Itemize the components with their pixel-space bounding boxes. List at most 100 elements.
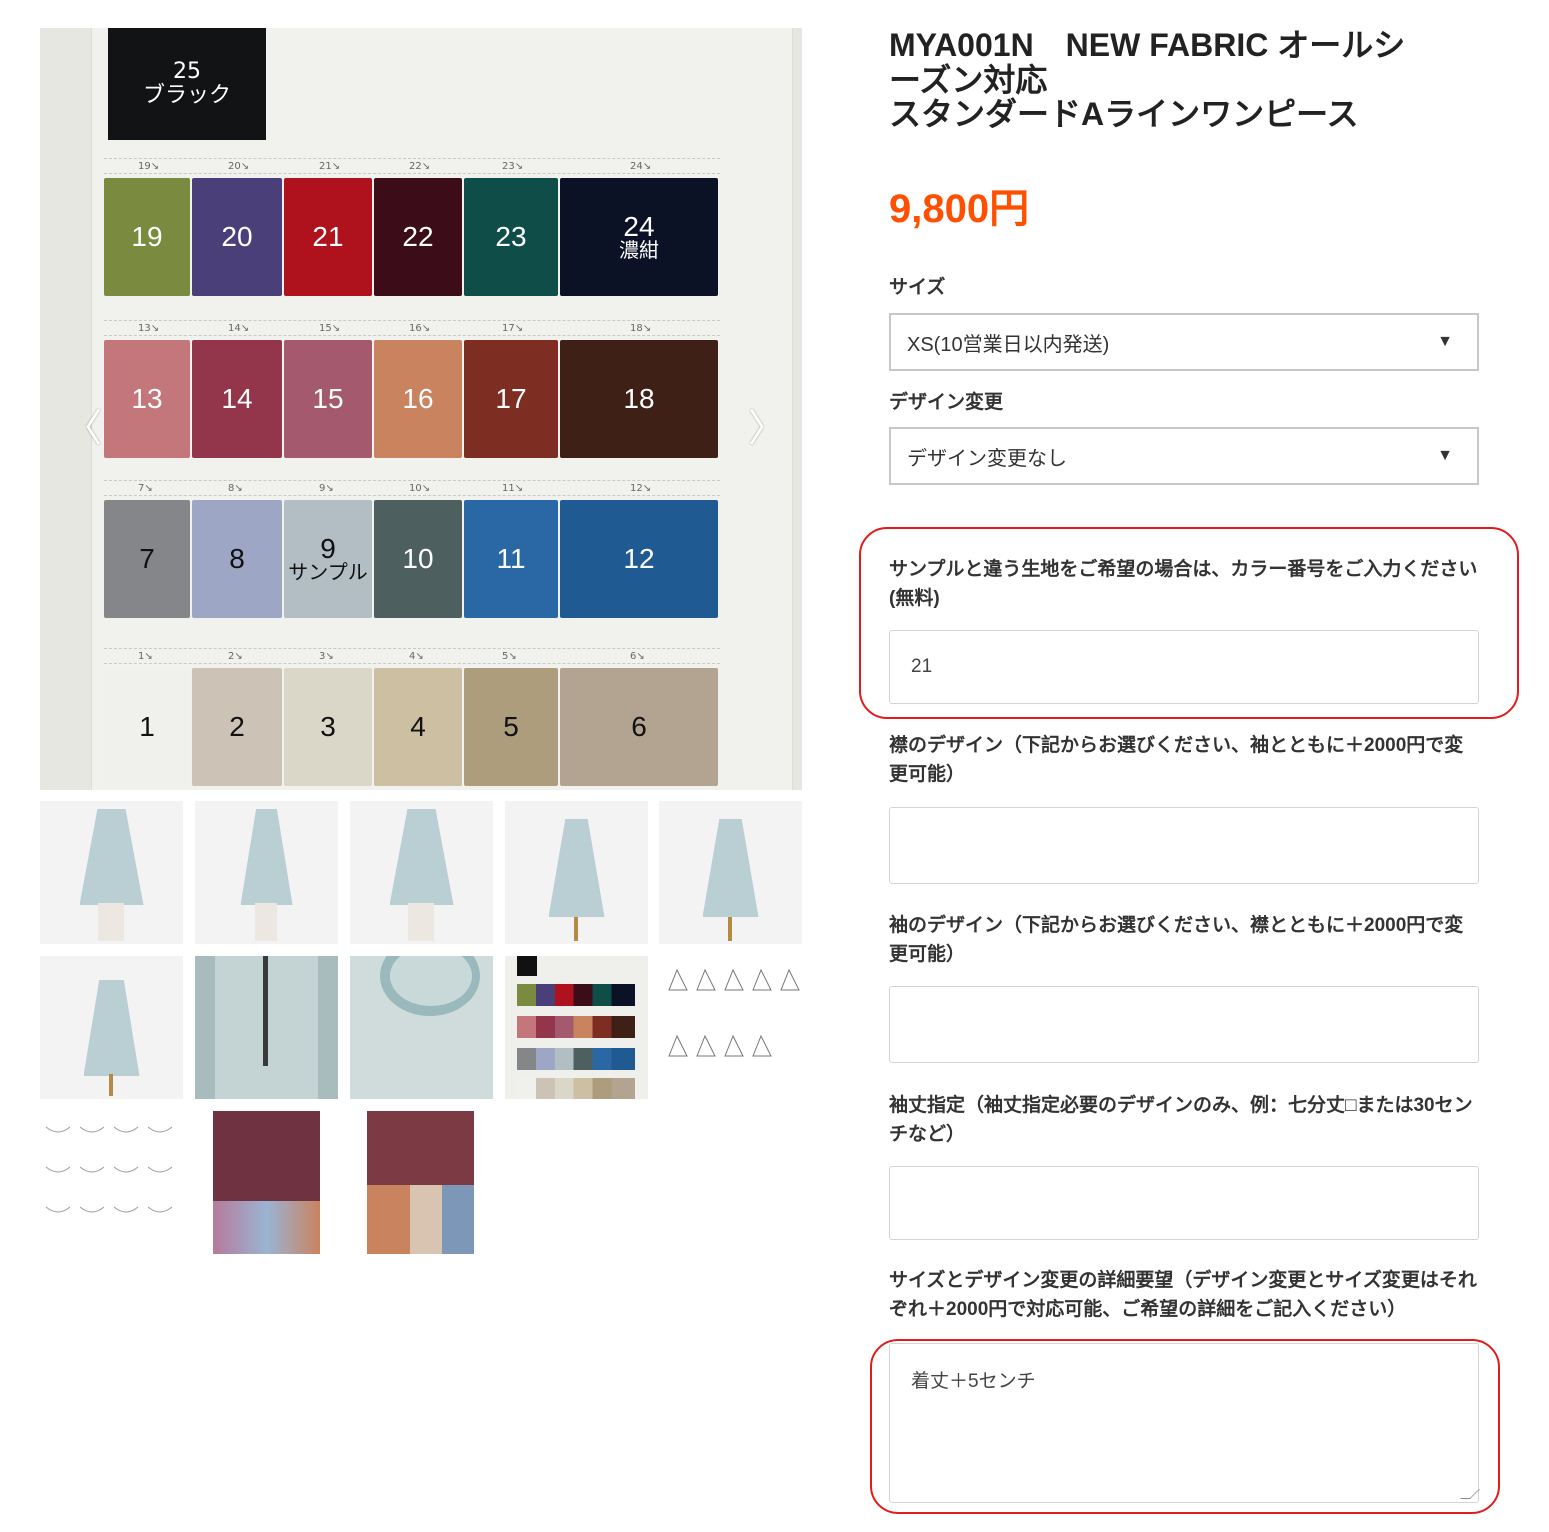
- main-product-image: 25 ブラック 19↘ 20↘ 21↘ 22↘ 23↘ 24↘ 19 20 21 22 23 24 濃紺…: [40, 28, 802, 790]
- color-swatch: 14: [192, 340, 282, 458]
- swatch-number: 14: [221, 383, 253, 415]
- swatch-label-strip: 13↘ 14↘ 15↘ 16↘ 17↘ 18↘: [104, 320, 720, 336]
- swatch-number: 25: [173, 58, 201, 84]
- swatch-tag-label: 2↘: [228, 651, 243, 662]
- swatch-tag-label: 19↘: [138, 161, 160, 172]
- thumbnail-fabric-closeup-2[interactable]: [367, 1111, 474, 1254]
- swatch-number: 10: [402, 543, 434, 575]
- swatch-tag-label: 1↘: [138, 651, 153, 662]
- thumbnail-dress-back[interactable]: [350, 801, 493, 944]
- swatch-tag-label: 7↘: [138, 483, 153, 494]
- color-swatch: 21: [284, 178, 372, 296]
- swatch-tag-label: 17↘: [502, 323, 524, 334]
- thumbnail-sleeve-designs[interactable]: [659, 956, 802, 1099]
- color-swatch: 8: [192, 500, 282, 618]
- swatch-25-black: 25 ブラック: [108, 28, 266, 140]
- swatch-tag-label: 4↘: [409, 651, 424, 662]
- chevron-down-icon: ▼: [1437, 447, 1453, 464]
- swatch-number: 12: [623, 543, 655, 575]
- product-price: 9,800円: [889, 187, 1030, 231]
- swatch-name: サンプル: [288, 562, 368, 585]
- size-label: サイズ: [889, 277, 946, 298]
- swatch-number: 23: [495, 221, 527, 253]
- swatch-tag-label: 9↘: [319, 483, 334, 494]
- swatch-number: 19: [131, 221, 163, 253]
- swatch-number: 17: [495, 383, 527, 415]
- collar-design-input[interactable]: [889, 807, 1479, 884]
- next-image-arrow-icon[interactable]: 〉: [748, 408, 786, 448]
- swatch-tag-label: 13↘: [138, 323, 160, 334]
- resize-handle-icon[interactable]: [1460, 1489, 1480, 1499]
- color-swatch: 13: [104, 340, 190, 458]
- sleeve-length-label: 袖丈指定（袖丈指定必要のデザインのみ、例：七分丈□または30センチなど）: [889, 1095, 1473, 1145]
- thumbnail-neckline-detail[interactable]: [350, 956, 493, 1099]
- swatch-number: 8: [229, 543, 245, 575]
- thumbnail-mannequin-front[interactable]: [659, 801, 802, 944]
- color-swatch: 23: [464, 178, 558, 296]
- swatch-number: 3: [320, 711, 336, 743]
- swatch-number: 4: [410, 711, 426, 743]
- swatch-tag-label: 12↘: [630, 483, 652, 494]
- sleeve-design-label: 袖のデザイン（下記からお選びください、襟とともに＋2000円で変更可能）: [889, 915, 1464, 965]
- color-swatch: 11: [464, 500, 558, 618]
- details-request-value: 着丈＋5センチ: [911, 1371, 1036, 1392]
- size-select[interactable]: XS(10営業日以内発送) ▼: [889, 313, 1479, 371]
- thumbnail-zipper-detail[interactable]: [195, 956, 338, 1099]
- swatch-number: 16: [402, 383, 434, 415]
- color-swatch: 5: [464, 668, 558, 786]
- swatch-tag-label: 14↘: [228, 323, 250, 334]
- design-change-select[interactable]: デザイン変更なし ▼: [889, 427, 1479, 485]
- design-change-select-value: デザイン変更なし: [907, 447, 1067, 470]
- swatch-tag-label: 6↘: [630, 651, 645, 662]
- swatch-number: 5: [503, 711, 519, 743]
- color-swatch: 20: [192, 178, 282, 296]
- swatch-name: 濃紺: [619, 240, 659, 263]
- color-swatch: 9 サンプル: [284, 500, 372, 618]
- product-title-line: ーズン対応: [889, 61, 1048, 98]
- color-swatch: 22: [374, 178, 462, 296]
- prev-image-arrow-icon[interactable]: 〈: [64, 408, 102, 448]
- chevron-down-icon: ▼: [1437, 333, 1453, 350]
- swatch-tag-label: 10↘: [409, 483, 431, 494]
- swatch-tag-label: 18↘: [630, 323, 652, 334]
- thumbnail-dress-side[interactable]: [195, 801, 338, 944]
- swatch-tag-label: 8↘: [228, 483, 243, 494]
- swatch-tag-label: 16↘: [409, 323, 431, 334]
- thumbnail-mannequin-side[interactable]: [505, 801, 648, 944]
- swatch-number: 21: [312, 221, 344, 253]
- thumbnail-color-chart[interactable]: [505, 956, 648, 1099]
- swatch-number: 2: [229, 711, 245, 743]
- collar-design-label: 襟のデザイン（下記からお選びください、袖とともに＋2000円で変更可能）: [889, 735, 1464, 785]
- sleeve-design-input[interactable]: [889, 986, 1479, 1063]
- product-title-line: スタンダードAラインワンピース: [889, 96, 1359, 133]
- thumbnail-fabric-closeup-1[interactable]: [213, 1111, 320, 1254]
- swatch-tag-label: 22↘: [409, 161, 431, 172]
- swatch-number: 7: [139, 543, 155, 575]
- color-swatch: 19: [104, 178, 190, 296]
- thumbnail-collar-designs[interactable]: [40, 1111, 183, 1254]
- swatch-tag-label: 20↘: [228, 161, 250, 172]
- swatch-label-strip: 7↘ 8↘ 9↘ 10↘ 11↘ 12↘: [104, 480, 720, 496]
- color-swatch: 15: [284, 340, 372, 458]
- color-swatch: 1: [104, 668, 190, 786]
- design-change-label: デザイン変更: [889, 392, 1004, 413]
- swatch-tag-label: 3↘: [319, 651, 334, 662]
- color-swatch: 17: [464, 340, 558, 458]
- thumbnail-dress-front[interactable]: [40, 801, 183, 944]
- size-select-value: XS(10営業日以内発送): [907, 333, 1110, 356]
- swatch-label-strip: 19↘ 20↘ 21↘ 22↘ 23↘ 24↘: [104, 158, 720, 174]
- color-number-input[interactable]: 21: [889, 630, 1479, 704]
- details-request-textarea[interactable]: 着丈＋5センチ: [889, 1343, 1480, 1503]
- thumbnail-mannequin-back[interactable]: [40, 956, 183, 1099]
- swatch-number: 18: [623, 383, 655, 415]
- product-title: MYA001N NEW FABRIC オールシ ーズン対応 スタンダードAライン…: [889, 28, 1469, 132]
- color-swatch: 12: [560, 500, 718, 618]
- swatch-tag-label: 5↘: [502, 651, 517, 662]
- swatch-number: 15: [312, 383, 344, 415]
- sleeve-length-input[interactable]: [889, 1166, 1479, 1240]
- swatch-number: 11: [496, 543, 526, 575]
- swatch-tag-label: 23↘: [502, 161, 524, 172]
- color-number-label: サンプルと違う生地をご希望の場合は、カラー番号をご入力ください(無料): [889, 559, 1478, 609]
- swatch-number: 1: [139, 711, 155, 743]
- color-swatch: 16: [374, 340, 462, 458]
